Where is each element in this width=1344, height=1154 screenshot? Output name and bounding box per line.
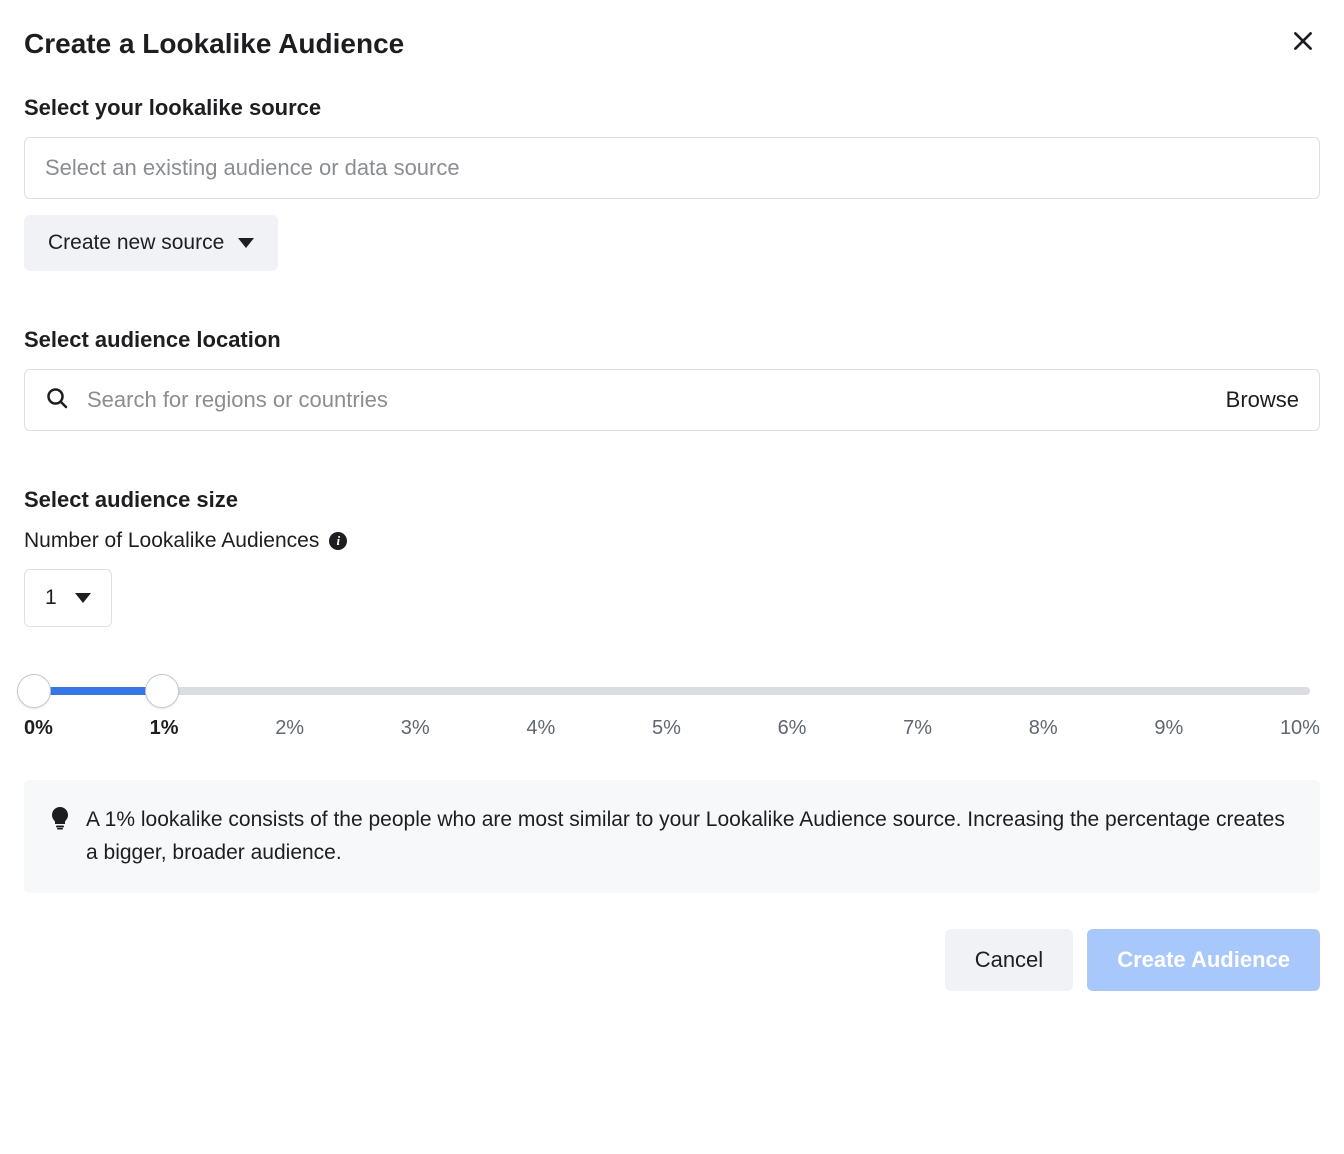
- browse-button[interactable]: Browse: [1226, 387, 1299, 413]
- slider-tick: 0%: [24, 717, 53, 740]
- lightbulb-icon: [50, 806, 70, 869]
- slider-tick: 6%: [778, 717, 807, 740]
- chevron-down-icon: [238, 238, 254, 248]
- size-slider-track[interactable]: [34, 687, 1310, 695]
- cancel-button[interactable]: Cancel: [945, 929, 1073, 991]
- create-new-source-label: Create new source: [48, 231, 224, 255]
- create-audience-button[interactable]: Create Audience: [1087, 929, 1320, 991]
- tip-text: A 1% lookalike consists of the people wh…: [86, 804, 1294, 869]
- location-section-label: Select audience location: [24, 327, 1320, 353]
- size-slider-labels: 0% 1% 2% 3% 4% 5% 6% 7% 8% 9% 10%: [24, 717, 1320, 740]
- size-section-label: Select audience size: [24, 487, 1320, 513]
- tip-box: A 1% lookalike consists of the people wh…: [24, 780, 1320, 893]
- slider-tick: 1%: [150, 717, 179, 740]
- location-input-wrapper[interactable]: Browse: [24, 369, 1320, 431]
- close-icon: [1290, 41, 1316, 58]
- source-input[interactable]: [24, 137, 1320, 199]
- search-icon: [45, 386, 69, 415]
- slider-tick: 9%: [1154, 717, 1183, 740]
- audience-count-value: 1: [45, 586, 57, 610]
- chevron-down-icon: [75, 593, 91, 603]
- close-button[interactable]: [1286, 24, 1320, 63]
- size-slider-fill: [34, 687, 162, 695]
- slider-tick: 10%: [1280, 717, 1320, 740]
- size-slider-handle-start[interactable]: [17, 674, 51, 708]
- slider-tick: 2%: [275, 717, 304, 740]
- create-new-source-button[interactable]: Create new source: [24, 215, 278, 271]
- source-section-label: Select your lookalike source: [24, 95, 1320, 121]
- slider-tick: 3%: [401, 717, 430, 740]
- slider-tick: 7%: [903, 717, 932, 740]
- audience-count-select[interactable]: 1: [24, 569, 112, 627]
- size-slider-handle-end[interactable]: [145, 674, 179, 708]
- slider-tick: 8%: [1029, 717, 1058, 740]
- info-icon[interactable]: i: [329, 532, 347, 550]
- dialog-title: Create a Lookalike Audience: [24, 28, 404, 60]
- location-input[interactable]: [87, 387, 1226, 413]
- slider-tick: 5%: [652, 717, 681, 740]
- audience-count-label: Number of Lookalike Audiences: [24, 529, 319, 553]
- slider-tick: 4%: [526, 717, 555, 740]
